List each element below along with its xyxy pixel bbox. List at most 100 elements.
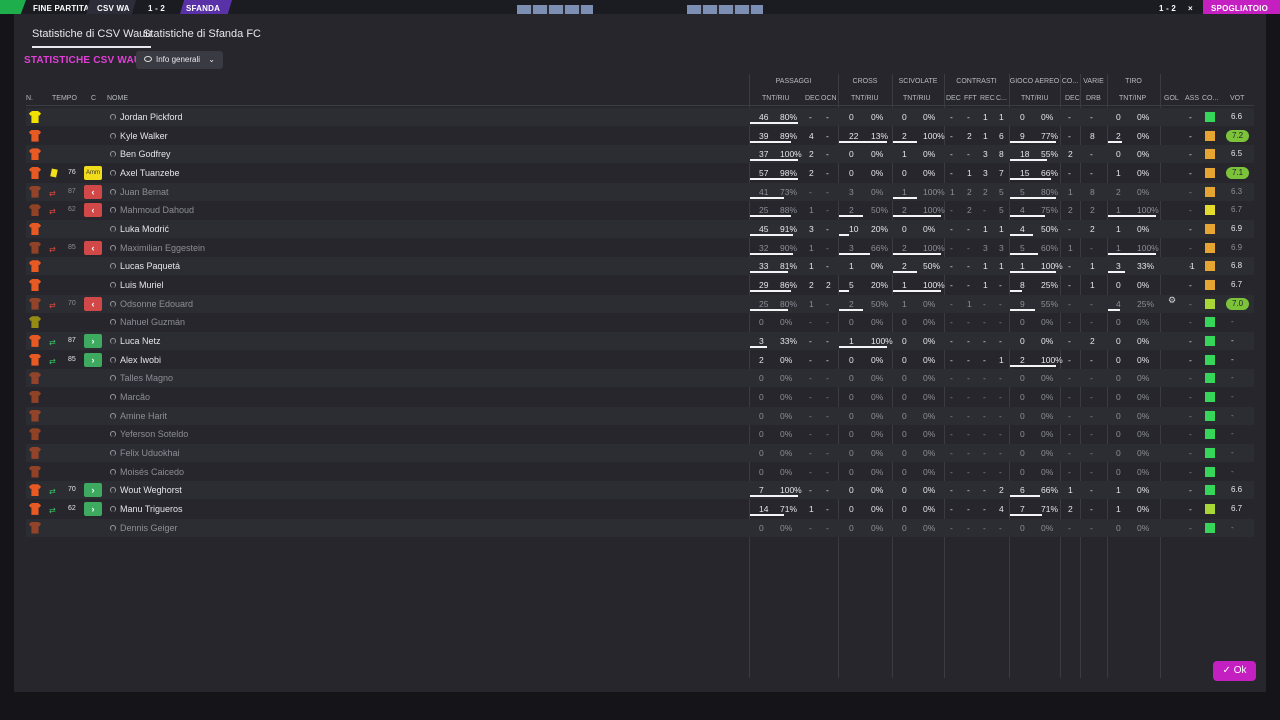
table-row[interactable]: ⇄ 62 ‹ Mahmoud Dahoud 25 88% 1-2 50% 2 100% -2-5 4 7… (26, 201, 1254, 219)
table-row[interactable]: ⇄ 85 ‹ Maximilian Eggestein 32 90% 1-3 66% 2 100%… (26, 239, 1254, 257)
table-row[interactable]: Ben Godfrey 37 100% 2-0 0% 1 0% - -3 8 18 55% 2-0 0% -… (26, 145, 1254, 164)
tackles-percent: 0% (923, 447, 936, 458)
table-row[interactable]: ⇄ 70 › Wout Weghorst 7 100% - -0 0% 0 0% - - -2 6 66% 1-… (26, 481, 1254, 500)
shots-percent: 0% (1137, 373, 1150, 384)
tackles-bar (893, 196, 917, 199)
aerial-percent: 0% (1041, 112, 1054, 122)
crosses-percent: 0% (871, 503, 884, 514)
passes-key: - (826, 149, 829, 160)
player-name[interactable]: Kyle Walker (120, 127, 168, 145)
player-name[interactable]: Talles Magno (120, 369, 173, 387)
tab-home-stats[interactable]: Statistiche di CSV Wauu (32, 28, 152, 48)
crosses-attempts: 0 (849, 317, 854, 328)
table-row[interactable]: Talles Magno 0 0% - - 0 0% 0 0% - - - - 0 0% - - 0 0% - - (26, 369, 1254, 388)
passes-attempts: 0 (759, 317, 764, 328)
player-name[interactable]: Nahuel Guzmán (120, 313, 185, 331)
tab-away-stats[interactable]: Statistiche di Sfanda FC (143, 28, 261, 46)
table-row[interactable]: Moisés Caicedo 0 0% - - 0 0% 0 0% - - - - 0 0% - - 0 0% - - (26, 463, 1254, 481)
player-name[interactable]: Luka Modrić (120, 220, 169, 238)
game-logo-icon (0, 0, 26, 14)
rating-value: - (1231, 447, 1234, 457)
table-row[interactable]: Dennis Geiger 0 0% - - 0 0% 0 0% - - - - 0 0% - - 0 0% - - (26, 518, 1254, 537)
momentum-bar-left (517, 5, 593, 14)
player-name[interactable]: Moisés Caicedo (120, 463, 184, 481)
table-row[interactable]: Marcão 0 0% - - 0 0% 0 0% - - - - 0 0% - - 0 0% - - (26, 388, 1254, 406)
minute-value: 76 (68, 168, 76, 176)
table-row[interactable]: ⇄ 70 ‹ Odsonne Edouard 25 80% 1-2 50% 1 0% -1- -9 55… (26, 294, 1254, 313)
ok-button-label: Ok (1233, 665, 1247, 676)
player-name[interactable]: Alex Iwobi (120, 351, 161, 369)
contrasts-c: - (999, 317, 1002, 328)
contrasts-c: 1 (999, 354, 1004, 365)
table-row[interactable]: ⇄ 87 › Luca Netz 3 33% - -1 100% 0 0% - - - -0 0% -2 0 0% -… (26, 331, 1254, 350)
table-row[interactable]: Felix Uduokhai 0 0% - - 0 0% 0 0% - - - - 0 0% - - 0 0% - - (26, 443, 1254, 462)
shots-bar (1108, 252, 1156, 255)
player-name[interactable]: Amine Harit (120, 407, 167, 425)
player-name[interactable]: Felix Uduokhai (120, 444, 180, 462)
aerial-percent: 0% (1041, 335, 1054, 346)
table-row[interactable]: ⇄ 87 ‹ Juan Bernat 41 73% - -3 0% 1 100% 1 2 2 5 5 80% 1 8… (26, 182, 1254, 201)
tackles-attempts: 0 (902, 485, 907, 496)
person-icon (110, 114, 116, 120)
passes-decisive: - (809, 466, 812, 477)
shirt-icon (29, 316, 41, 329)
contrasts-recoveries: - (983, 205, 986, 216)
contrasts-decisive: - (950, 112, 953, 122)
aerial-percent: 0% (1041, 522, 1054, 533)
table-row[interactable]: ⇄ 85 › Alex Iwobi 2 0% - -0 0% 0 0% - - -1 2 100% - -0 0% -… (26, 351, 1254, 369)
contrasts-won: - (967, 242, 970, 253)
close-icon[interactable]: × (1188, 4, 1193, 13)
goal-icon: ⚙ (1168, 294, 1177, 305)
player-name[interactable]: Manu Trigueros (120, 500, 183, 518)
contrasts-c: 1 (999, 112, 1004, 122)
crosses-percent: 0% (871, 149, 884, 160)
player-name[interactable]: Dennis Geiger (120, 519, 178, 537)
player-stats-table: PASSAGGI CROSS SCIVOLATE CONTRASTI GIOCO AER… (26, 72, 1254, 678)
crosses-bar (839, 140, 887, 143)
table-row[interactable]: ⇄ 62 › Manu Trigueros 14 71% 1-0 0% 0 0% - - -4 7 71% 2… (26, 500, 1254, 518)
contrasts-won: - (967, 410, 970, 421)
shirt-icon (29, 166, 41, 179)
ok-button[interactable]: ✓ Ok (1213, 661, 1256, 681)
passes-key: - (826, 112, 829, 122)
player-name[interactable]: Luca Netz (120, 332, 161, 350)
table-row[interactable]: Amine Harit 0 0% - - 0 0% 0 0% - - - - 0 0% - - 0 0% - - (26, 406, 1254, 425)
contrasts-won: - (967, 279, 970, 290)
player-name[interactable]: Wout Weghorst (120, 481, 182, 499)
table-row[interactable]: Jordan Pickford 46 80% - -0 0% 0 0% - -1 1 0 0% - -0 0%… (26, 108, 1254, 126)
player-name[interactable]: Ben Godfrey (120, 145, 171, 163)
player-name[interactable]: Luis Muriel (120, 276, 164, 294)
player-name[interactable]: Maximilian Eggestein (120, 239, 205, 257)
table-row[interactable]: Luis Muriel 29 86% 2 2 5 20% 1 100% - -1-8 25% -1 0 0%… (26, 276, 1254, 294)
player-name[interactable]: Yeferson Soteldo (120, 425, 188, 443)
table-row[interactable]: Nahuel Guzmán 0 0% - - 0 0% 0 0% - - - - 0 0% - - 0 0% - - (26, 313, 1254, 331)
dribbles: - (1090, 522, 1093, 533)
table-row[interactable]: Kyle Walker 39 89% 4-22 13% 2 100% -2 1 6 9 77% -8 2 0… (26, 127, 1254, 145)
player-name[interactable]: Mahmoud Dahoud (120, 201, 194, 219)
view-dropdown[interactable]: Info generali ⌄ (136, 51, 223, 69)
table-row[interactable]: Lucas Paquetá 33 81% 1-1 0% 2 50% - -1 1 1 100% -1 3 3… (26, 257, 1254, 276)
contrasts-recoveries: 3 (983, 149, 988, 160)
player-name[interactable]: Lucas Paquetá (120, 257, 180, 275)
person-icon (110, 356, 116, 363)
crosses-percent: 50% (871, 298, 889, 309)
aerial-bar (1010, 271, 1056, 274)
player-name[interactable]: Odsonne Edouard (120, 295, 193, 313)
table-row[interactable]: Luka Modrić 45 91% 3-10 20% 0 0% - -1 1 4 50% -2 1 0% -… (26, 219, 1254, 238)
column-header-pass: TNT/RIU (762, 95, 790, 102)
person-icon (110, 524, 116, 531)
table-row[interactable]: Yeferson Soteldo 0 0% - - 0 0% 0 0% - - - - 0 0% - - 0 0% -… (26, 425, 1254, 443)
player-name[interactable]: Axel Tuanzebe (120, 164, 180, 182)
assists: - (1189, 130, 1192, 141)
person-icon (110, 393, 116, 400)
player-name[interactable]: Juan Bernat (120, 183, 169, 201)
passes-key: - (826, 205, 829, 216)
contrasts-won: 2 (967, 130, 972, 141)
contrasts-won: - (967, 149, 970, 160)
player-name[interactable]: Marcão (120, 388, 150, 406)
player-name[interactable]: Jordan Pickford (120, 108, 183, 126)
table-row[interactable]: 76 Amm Axel Tuanzebe 57 98% 2-0 0% 0 0% -1 3 7 15 66%… (26, 164, 1254, 182)
dribbles: - (1090, 242, 1093, 253)
tackles-percent: 0% (923, 298, 936, 309)
crosses-bar (839, 252, 871, 255)
